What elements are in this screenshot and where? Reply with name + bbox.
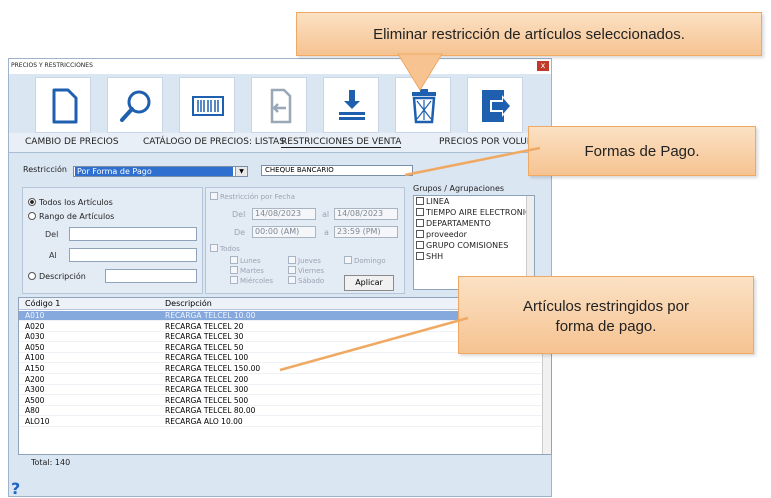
arrow-eliminar-icon <box>397 53 443 91</box>
arrow-formas-icon <box>404 146 541 177</box>
callout-arrows <box>279 53 541 372</box>
arrow-articulos-icon <box>279 316 469 372</box>
